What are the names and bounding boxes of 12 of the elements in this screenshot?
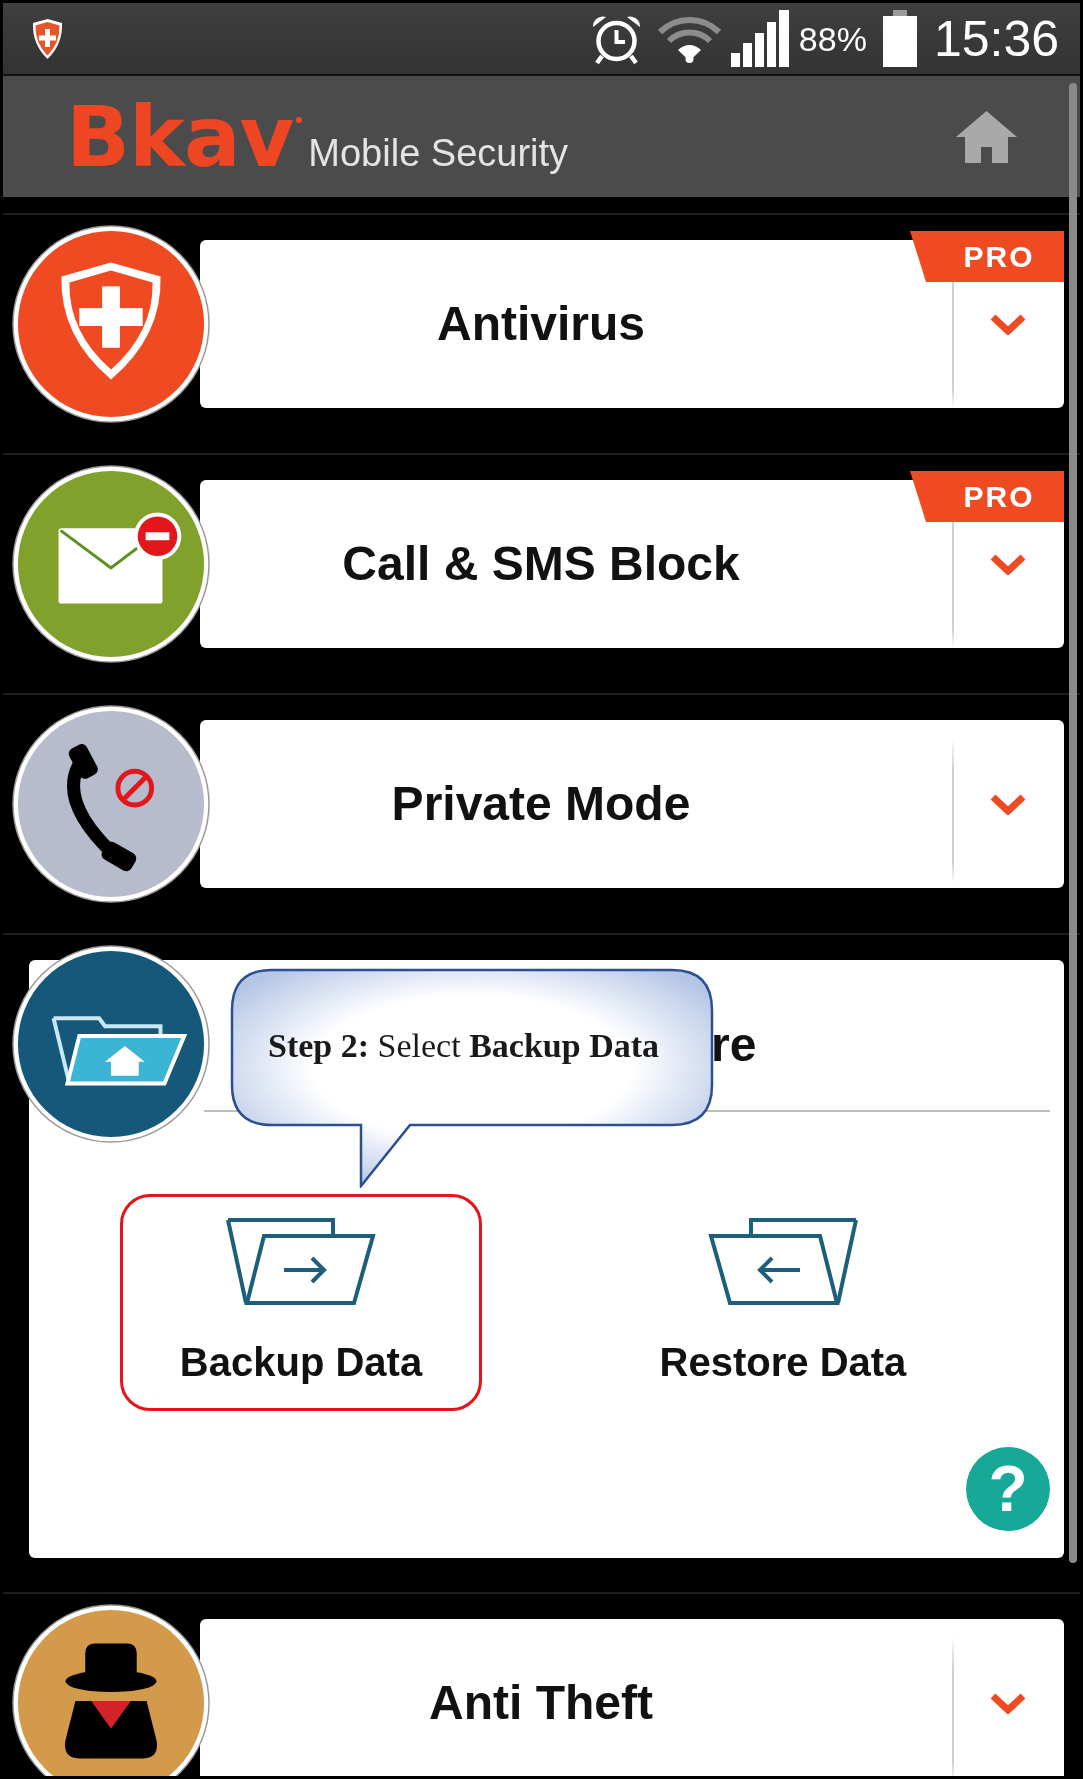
pro-badge: PRO bbox=[910, 471, 1064, 522]
feature-title: Antivirus bbox=[437, 296, 645, 352]
feature-title: Call & SMS Block bbox=[342, 536, 740, 592]
feature-title: Anti Theft bbox=[429, 1675, 653, 1731]
pro-badge: PRO bbox=[910, 231, 1064, 282]
feature-title: re bbox=[711, 1017, 757, 1073]
brand-logo: Bkav bbox=[66, 94, 294, 179]
battery-percentage: 88% bbox=[798, 18, 867, 59]
feature-title: Private Mode bbox=[391, 776, 691, 832]
clock-time: 15:36 bbox=[933, 10, 1059, 67]
callout-text: Step 2: Select Backup Data bbox=[268, 1026, 659, 1066]
app-subtitle: Mobile Security bbox=[308, 133, 569, 172]
